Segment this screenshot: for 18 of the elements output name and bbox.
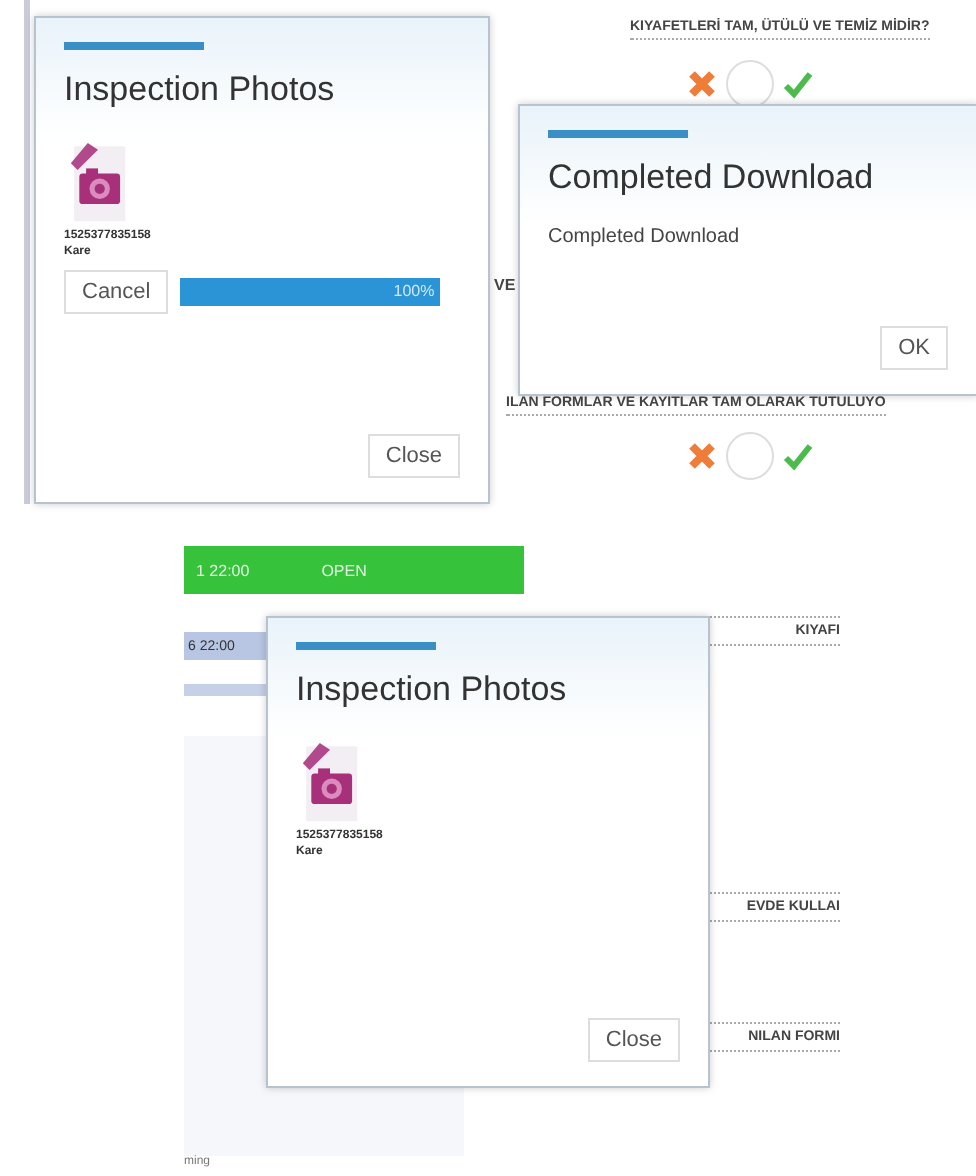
- cancel-button[interactable]: Cancel: [64, 270, 169, 314]
- dialog-message: Completed Download: [548, 226, 742, 248]
- dialog-title: Inspection Photos: [64, 70, 337, 110]
- row-label: VE: [494, 276, 516, 294]
- close-button[interactable]: Close: [587, 1018, 680, 1062]
- progress-reading: 100%: [393, 282, 435, 300]
- dialog-title: Inspection Photos: [296, 670, 569, 710]
- dialog-title: Completed Download: [548, 158, 876, 198]
- cross-icon[interactable]: [686, 440, 718, 472]
- close-button[interactable]: Close: [367, 434, 460, 478]
- time-label: 1 22:00: [196, 561, 250, 579]
- toggle-knob[interactable]: [726, 60, 774, 108]
- ok-button[interactable]: OK: [880, 326, 948, 370]
- status-label: OPEN: [321, 561, 367, 579]
- toggle-knob[interactable]: [726, 432, 774, 480]
- cross-icon[interactable]: [686, 68, 718, 100]
- check-icon[interactable]: [782, 68, 814, 100]
- check-icon[interactable]: [782, 440, 814, 472]
